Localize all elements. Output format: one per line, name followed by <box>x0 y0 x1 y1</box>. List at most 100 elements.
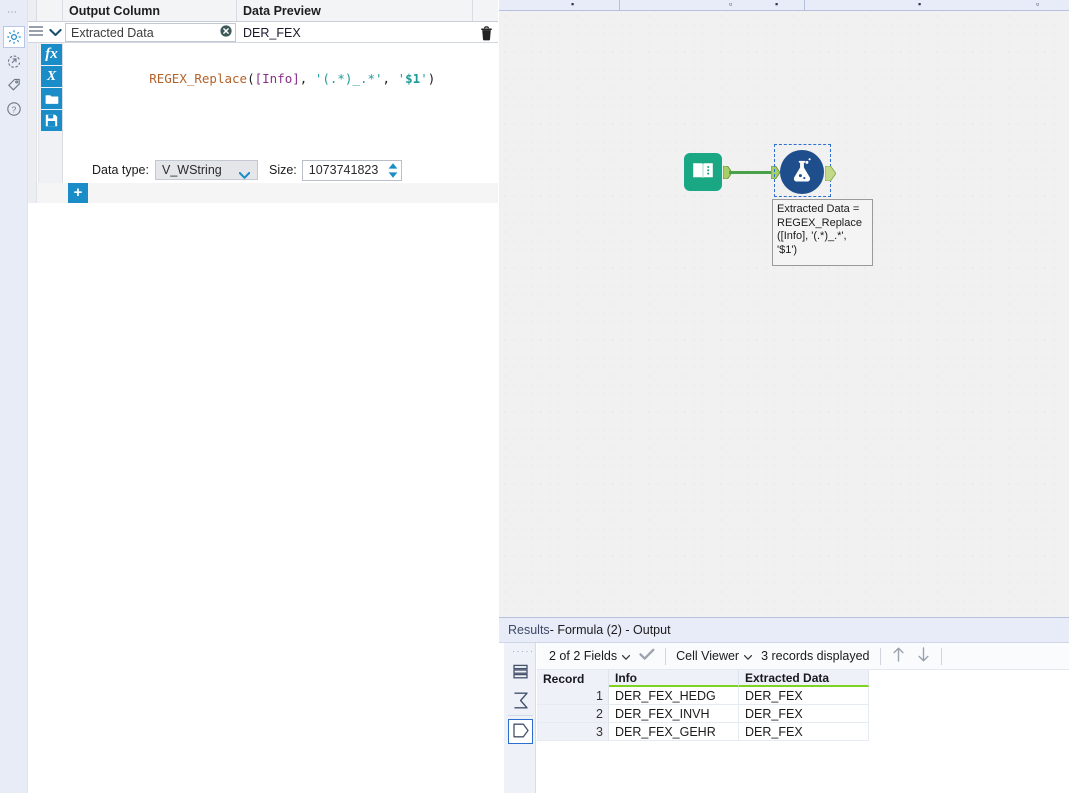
toolbar-divider <box>880 648 881 665</box>
size-label: Size: <box>269 163 297 177</box>
results-rail-grip[interactable]: ····· <box>512 647 535 655</box>
data-type-label: Data type: <box>92 163 149 177</box>
column-header-record[interactable]: Record <box>537 670 609 687</box>
rail-item-annotation[interactable] <box>3 50 25 72</box>
formula-output-anchor[interactable] <box>825 166 836 181</box>
formula-tool[interactable] <box>780 150 824 194</box>
save-disk-icon[interactable] <box>41 110 62 131</box>
tool-annotation[interactable]: Extracted Data = REGEX_Replace ([Info], … <box>772 199 873 266</box>
results-title-bar: Results - Formula (2) - Output <box>499 618 1069 643</box>
tab-glyph: ▫ <box>729 0 732 9</box>
tab-separator <box>619 0 620 11</box>
add-output-column-row: + <box>28 183 498 203</box>
rail-grip-dots[interactable]: ⋯ <box>7 10 21 16</box>
data-type-row: Data type: V_WString Size: 1073741823 <box>64 158 498 182</box>
results-rail-item-summary[interactable] <box>508 689 533 714</box>
app-root: ⋯ <box>0 0 1069 793</box>
tab-separator <box>804 0 805 11</box>
cell-record: 3 <box>537 723 609 741</box>
workflow-canvas-area: ▪ ▫ ▪ ▪ ▫ <box>499 0 1069 617</box>
variable-x-icon[interactable]: X <box>41 66 62 87</box>
records-displayed-label: 3 records displayed <box>761 649 869 663</box>
token-comma-2: , <box>383 71 398 86</box>
header-output-column: Output Column <box>65 0 237 21</box>
results-rail-item-records[interactable] <box>508 660 533 685</box>
header-data-preview: Data Preview <box>238 0 473 21</box>
results-title-prefix: Results <box>508 623 550 637</box>
column-header-extracted[interactable]: Extracted Data <box>739 670 869 687</box>
workflow-tab-strip[interactable]: ▪ ▫ ▪ ▪ ▫ <box>499 0 1069 11</box>
header-gutter-left <box>28 0 37 21</box>
cell-filler <box>869 705 1069 723</box>
cell-record: 2 <box>537 705 609 723</box>
circle-arrow-icon <box>6 53 22 69</box>
header-gutter-controls <box>38 0 63 21</box>
table-row[interactable]: 3 DER_FEX_GEHR DER_FEX <box>537 723 1069 741</box>
connection-wire[interactable] <box>729 171 775 174</box>
tab-glyph: ▪ <box>775 0 778 9</box>
cell-record: 1 <box>537 687 609 705</box>
tool-config-rail: ⋯ <box>0 0 28 793</box>
results-toolbar: 2 of 2 Fields Cell Viewer 3 records disp… <box>537 643 1069 670</box>
token-paren-open: ( <box>247 71 255 86</box>
stepper-arrows-icon[interactable] <box>387 162 399 179</box>
folder-icon[interactable] <box>41 88 62 109</box>
cell-viewer-label: Cell Viewer <box>676 649 739 663</box>
rail-item-labels[interactable] <box>3 74 25 96</box>
token-field: [Info] <box>255 71 300 86</box>
token-pattern: '(.*)_.*' <box>315 71 383 86</box>
gear-icon <box>6 29 22 45</box>
results-empty-area <box>537 746 1069 793</box>
column-header-filler <box>869 670 1069 687</box>
tab-glyph: ▪ <box>918 0 921 9</box>
drag-grip-icon[interactable] <box>29 26 45 39</box>
column-header-info[interactable]: Info <box>609 670 739 687</box>
rail-item-configuration[interactable] <box>3 26 25 48</box>
sigma-icon <box>512 691 530 713</box>
formula-editor-toolbar: fx X <box>38 43 63 191</box>
add-column-button[interactable]: + <box>68 183 88 203</box>
results-panel: Results - Formula (2) - Output ····· <box>499 617 1069 793</box>
canvas-right-margin <box>1063 11 1069 617</box>
editor-gutter <box>28 43 37 191</box>
chevron-down-icon <box>622 649 630 663</box>
table-row[interactable]: 2 DER_FEX_INVH DER_FEX <box>537 705 1069 723</box>
token-quote-open: ' <box>398 71 406 86</box>
results-rail-item-metadata[interactable] <box>508 719 533 744</box>
data-type-select[interactable]: V_WString <box>155 160 258 180</box>
cell-info: DER_FEX_HEDG <box>609 687 739 705</box>
cell-filler <box>869 723 1069 741</box>
size-value: 1073741823 <box>303 163 379 177</box>
arrow-down-icon[interactable] <box>916 646 931 666</box>
checkmark-icon[interactable] <box>639 648 655 664</box>
results-view-rail: ····· <box>504 643 536 793</box>
clear-circle-icon[interactable] <box>220 25 232 40</box>
variable-label: X <box>47 66 56 87</box>
data-type-value: V_WString <box>156 163 222 177</box>
config-column-headers: Output Column Data Preview <box>28 0 498 22</box>
svg-text:?: ? <box>12 104 17 114</box>
size-stepper[interactable]: 1073741823 <box>302 160 402 181</box>
text-input-tool[interactable] <box>684 153 722 191</box>
records-icon <box>512 663 529 683</box>
chevron-down-icon[interactable] <box>47 24 63 41</box>
cell-extracted: DER_FEX <box>739 723 869 741</box>
trash-icon[interactable] <box>478 24 495 42</box>
fx-icon[interactable]: fx <box>41 44 62 65</box>
cell-info: DER_FEX_GEHR <box>609 723 739 741</box>
fields-selector[interactable]: 2 of 2 Fields <box>549 649 630 663</box>
book-icon <box>691 160 715 185</box>
rail-divider <box>508 715 533 716</box>
cell-viewer-selector[interactable]: Cell Viewer <box>676 649 752 663</box>
workflow-canvas[interactable]: Extracted Data = REGEX_Replace ([Info], … <box>499 11 1069 617</box>
chevron-down-icon <box>744 649 752 663</box>
rail-item-help[interactable]: ? <box>3 98 25 120</box>
tab-glyph: ▪ <box>571 0 574 9</box>
tag-icon <box>6 77 22 93</box>
add-gutter <box>28 183 37 203</box>
arrow-up-icon[interactable] <box>891 646 906 666</box>
toolbar-divider <box>665 648 666 665</box>
table-row[interactable]: 1 DER_FEX_HEDG DER_FEX <box>537 687 1069 705</box>
output-column-input[interactable]: Extracted Data <box>65 23 236 42</box>
results-title-rest: - Formula (2) - Output <box>550 623 671 637</box>
